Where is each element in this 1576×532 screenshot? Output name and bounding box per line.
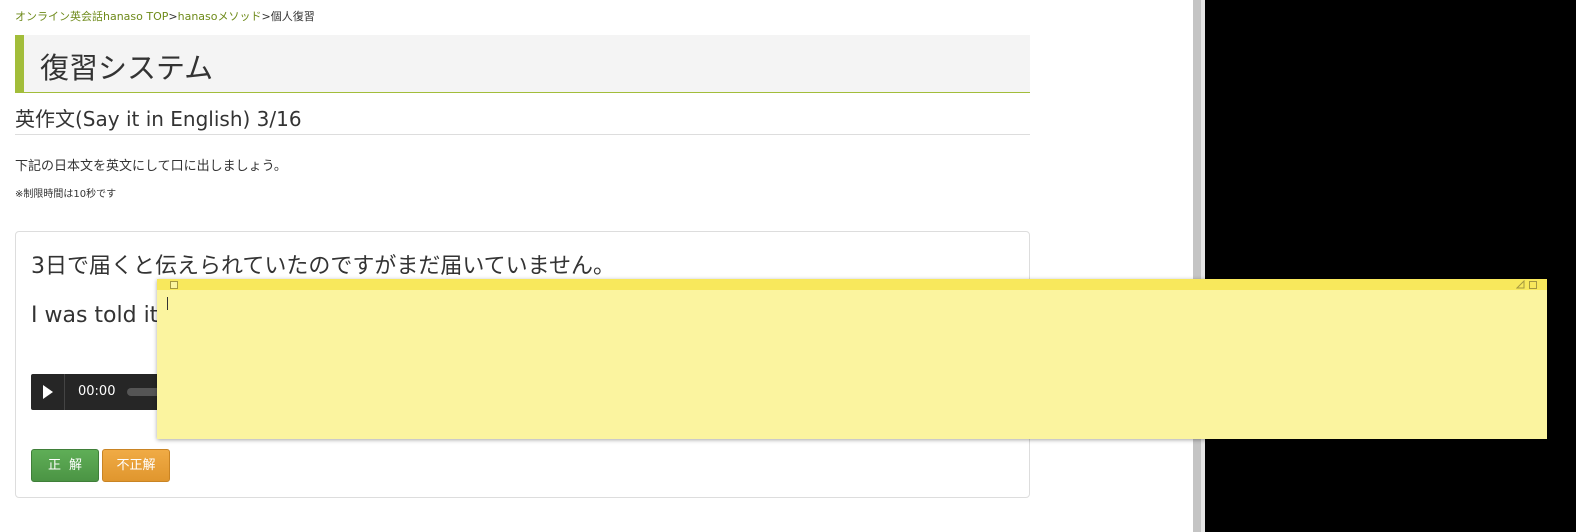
incorrect-button[interactable]: 不正解	[102, 449, 170, 482]
japanese-sentence: 3日で届くと伝えられていたのですがまだ届いていません。	[31, 254, 616, 279]
instruction-text: 下記の日本文を英文にして口に出しましょう。	[15, 159, 287, 174]
audio-current-time: 00:00	[78, 384, 116, 399]
screen: オンライン英会話hanaso TOP>hanasoメソッド>個人復習 復習システ…	[0, 0, 1576, 532]
desktop-background	[1205, 0, 1576, 532]
sticky-note-titlebar[interactable]	[157, 279, 1547, 290]
page-title: 復習システム	[40, 51, 214, 85]
breadcrumb-separator: >	[261, 10, 271, 23]
correct-button[interactable]: 正解	[31, 449, 99, 482]
browser-page: オンライン英会話hanaso TOP>hanasoメソッド>個人復習 復習システ…	[0, 0, 1193, 532]
audio-play-button[interactable]	[31, 374, 65, 410]
text-caret	[167, 297, 168, 310]
sticky-zoom-icon[interactable]	[1529, 281, 1537, 289]
breadcrumb: オンライン英会話hanaso TOP>hanasoメソッド>個人復習	[15, 8, 315, 24]
section-title: 英作文(Say it in English) 3/16	[15, 103, 1030, 135]
english-sentence: I was told it	[31, 303, 159, 328]
sticky-note-window[interactable]	[157, 279, 1547, 439]
play-icon	[43, 385, 53, 399]
sticky-collapse-icon[interactable]	[1516, 280, 1525, 289]
breadcrumb-current: 個人復習	[270, 10, 315, 23]
page-scrollbar[interactable]	[1193, 0, 1201, 532]
breadcrumb-separator: >	[168, 10, 178, 23]
breadcrumb-link-method[interactable]: hanasoメソッド	[178, 10, 262, 23]
breadcrumb-link-top[interactable]: オンライン英会話hanaso TOP	[15, 10, 168, 23]
page-title-bar: 復習システム	[15, 35, 1030, 93]
time-limit-note: ※制限時間は10秒です	[15, 189, 117, 200]
sticky-close-icon[interactable]	[170, 281, 178, 289]
